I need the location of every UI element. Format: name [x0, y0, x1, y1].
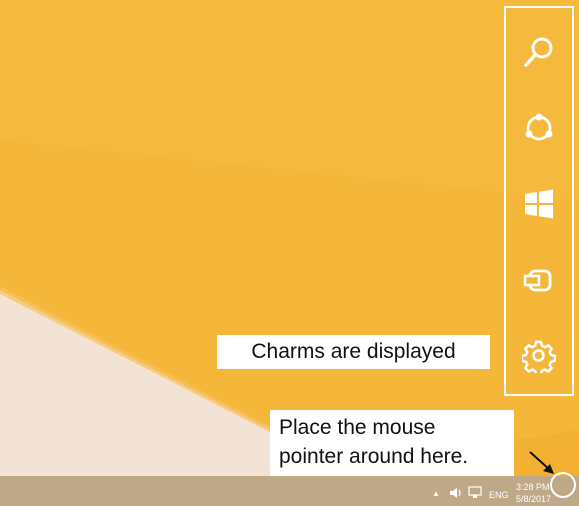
clock-date[interactable]: 5/8/2017 [516, 494, 551, 504]
charm-share[interactable] [506, 98, 572, 158]
share-icon [525, 113, 553, 141]
gear-icon [522, 340, 556, 373]
charm-search[interactable] [506, 22, 572, 82]
language-indicator[interactable]: ENG [489, 490, 509, 500]
charms-bar [504, 6, 574, 396]
callout-line-1: Place the mouse [279, 416, 436, 439]
devices-icon [523, 269, 552, 292]
charm-settings[interactable] [506, 326, 572, 386]
charm-start[interactable] [506, 174, 572, 234]
windows-logo-icon [525, 189, 553, 219]
show-hidden-icons-arrow[interactable]: ▲ [432, 489, 440, 498]
clock-time[interactable]: 3:28 PM [516, 482, 550, 492]
charms-displayed-callout: Charms are displayed [217, 335, 490, 369]
network-icon[interactable] [468, 486, 482, 499]
mouse-pointer-callout: Place the mouse pointer around here. [270, 410, 514, 478]
callout-line-2: pointer around here. [279, 445, 469, 468]
hot-corner-circle [550, 472, 576, 498]
volume-icon[interactable] [449, 487, 463, 499]
search-icon [524, 37, 553, 67]
charm-devices[interactable] [506, 250, 572, 310]
